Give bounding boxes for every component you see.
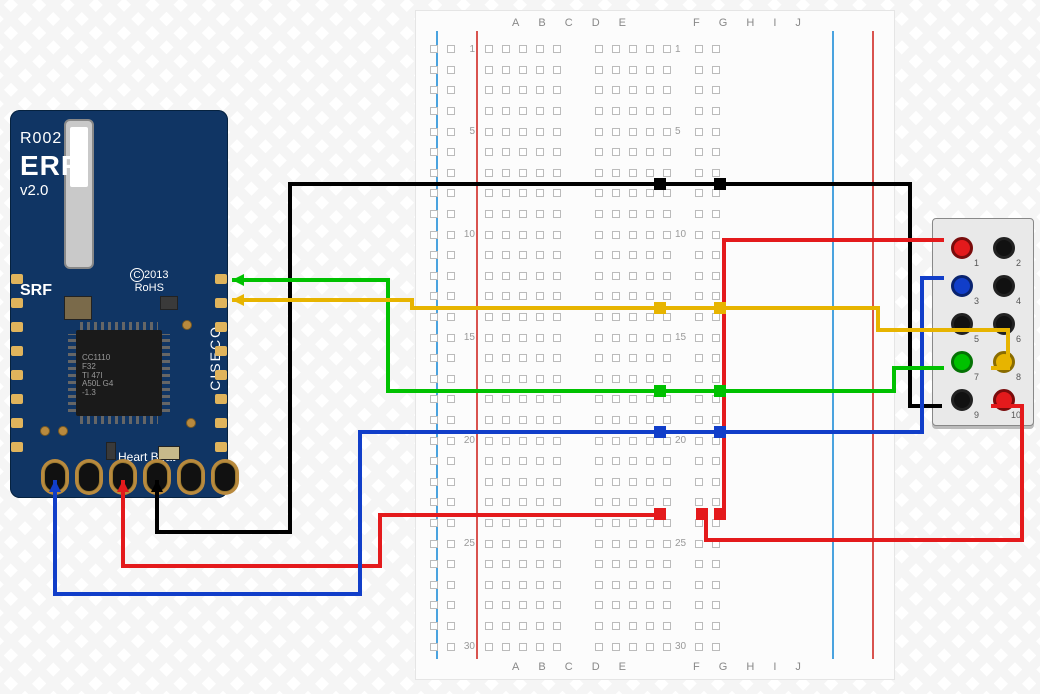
breadboard-row [426,471,884,492]
breadboard-row [426,574,884,595]
bottom-pad [146,462,168,492]
breadboard-row [426,595,884,616]
breadboard-row [426,183,884,204]
heartbeat-led [158,446,180,460]
breadboard-row [426,389,884,410]
breadboard-row: 2020 [426,430,884,451]
connector-pin: 3 [941,267,983,305]
breadboard-row [426,410,884,431]
module-model: R002 [20,130,62,148]
breadboard-row [426,163,884,184]
bottom-pad [44,462,66,492]
bottom-pad [214,462,236,492]
right-edge-pads [215,274,227,452]
connector-pin: 4 [983,267,1025,305]
copyright-block: C2013 RoHS [130,268,168,294]
rohs-label: RoHS [135,282,164,294]
erf-module: R002 ERF v2.0 SRF C2013 RoHS CISECO Hear… [10,110,228,498]
breadboard-row [426,513,884,534]
breadboard-row [426,80,884,101]
via [182,320,192,330]
connector-pin: 9 [941,381,983,419]
copyright-mark: C [130,268,144,282]
antenna [64,119,94,269]
copyright-year: 2013 [144,269,168,281]
connector-pin: 5 [941,305,983,343]
module-name: ERF [20,150,79,182]
connector-pin: 10 [983,381,1025,419]
breadboard-row [426,142,884,163]
smd-component [106,442,116,460]
chip-text: CC1110 F32 TI 47I A50L G4 -1.3 [82,354,113,398]
bottom-pad [112,462,134,492]
bottom-pad [180,462,202,492]
fritzing-diagram: R002 ERF v2.0 SRF C2013 RoHS CISECO Hear… [0,0,1040,694]
breadboard-row [426,492,884,513]
breadboard-row [426,369,884,390]
via [40,426,50,436]
bottom-pads [44,462,236,492]
pin-header-connector: 12345678910 [932,218,1034,426]
breadboard-row [426,245,884,266]
left-edge-pads [11,274,23,452]
breadboard-row: 3030 [426,636,884,657]
connector-pin: 8 [983,343,1025,381]
breadboard-row [426,451,884,472]
breadboard-row [426,616,884,637]
connector-pin: 2 [983,229,1025,267]
breadboard-row [426,266,884,287]
breadboard-row [426,307,884,328]
breadboard-row [426,101,884,122]
connector-pin: 6 [983,305,1025,343]
breadboard-row: 1010 [426,224,884,245]
srf-label: SRF [20,282,52,300]
breadboard-row: 55 [426,121,884,142]
via [58,426,68,436]
module-version: v2.0 [20,182,48,199]
breadboard-row: 1515 [426,327,884,348]
smd-component [64,296,92,320]
breadboard-row [426,554,884,575]
bottom-pad [78,462,100,492]
connector-pin: 1 [941,229,983,267]
breadboard-row [426,204,884,225]
breadboard-row [426,286,884,307]
breadboard-row [426,60,884,81]
breadboard-row [426,348,884,369]
smd-component [160,296,178,310]
col-labels-bottom: ABCDEFGHIJ [512,661,802,673]
breadboard-row: 11 [426,39,884,60]
breadboard-grid: 11 55 1010 1515 2020 2525 3030 [426,39,884,657]
connector-pin: 7 [941,343,983,381]
breadboard-row: 2525 [426,533,884,554]
via [186,418,196,428]
breadboard: ABCDEFGHIJ ABCDEFGHIJ 11 55 1010 1515 2020 25… [415,10,895,680]
col-labels-top: ABCDEFGHIJ [512,17,802,29]
